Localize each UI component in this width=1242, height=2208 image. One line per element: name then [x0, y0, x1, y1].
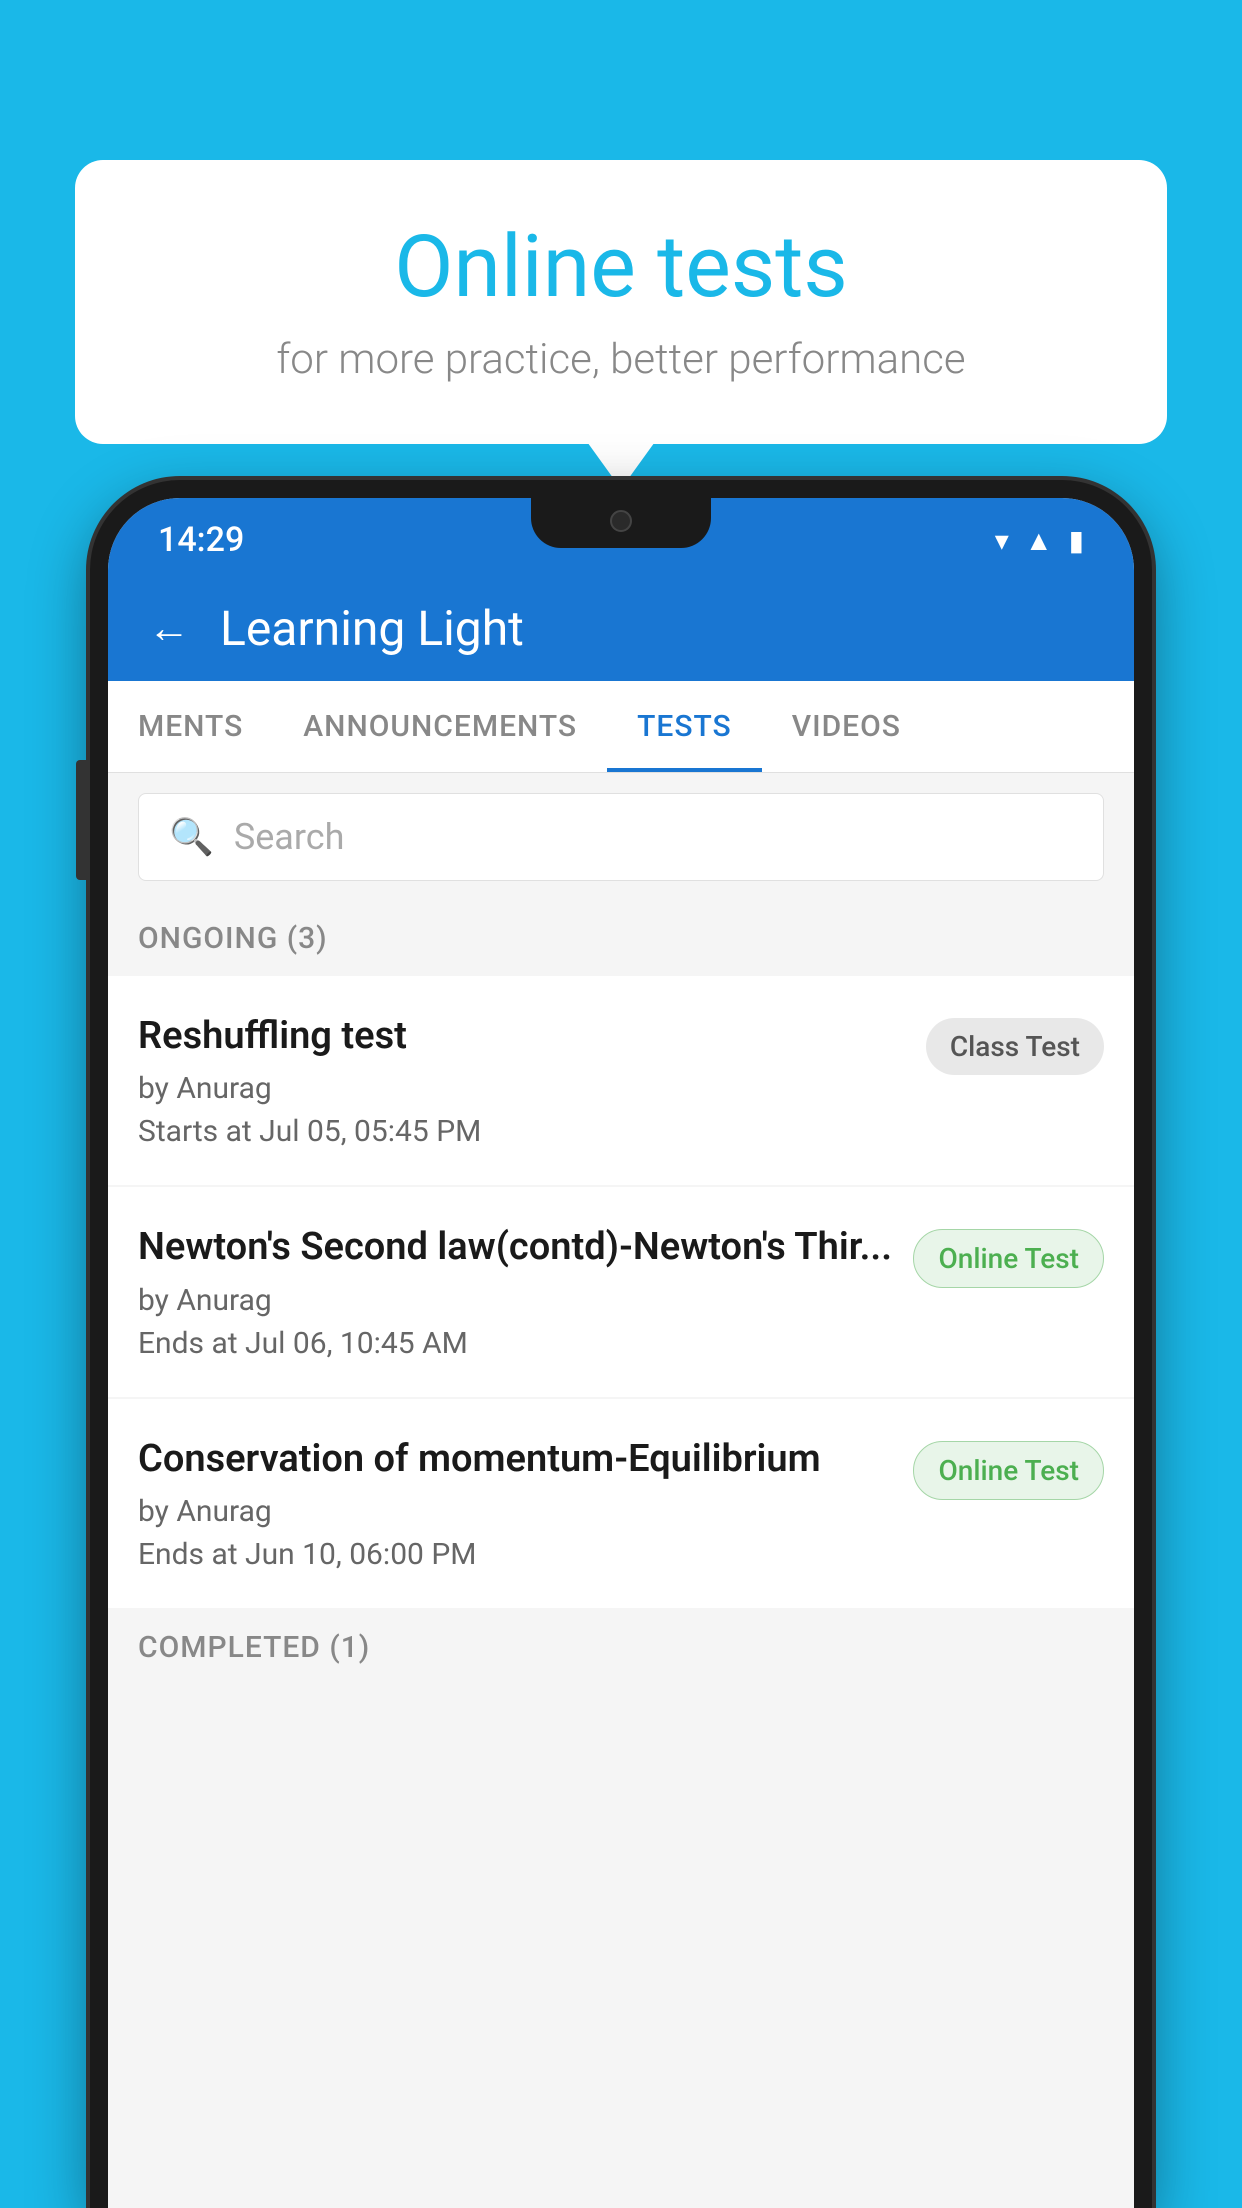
completed-section-header: COMPLETED (1)	[108, 1610, 1134, 1675]
content-area[interactable]: ONGOING (3) Reshuffling test by Anurag S…	[108, 901, 1134, 2208]
test-date-3: Ends at Jun 10, 06:00 PM	[138, 1537, 893, 1572]
search-container: 🔍 Search	[108, 773, 1134, 901]
tab-videos[interactable]: VIDEOS	[762, 681, 931, 772]
search-bar[interactable]: 🔍 Search	[138, 793, 1104, 881]
test-name-3: Conservation of momentum-Equilibrium	[138, 1435, 893, 1484]
test-card-2[interactable]: Newton's Second law(contd)-Newton's Thir…	[108, 1187, 1134, 1396]
bubble-subtitle: for more practice, better performance	[145, 335, 1097, 384]
test-name-2: Newton's Second law(contd)-Newton's Thir…	[138, 1223, 893, 1272]
ongoing-title: ONGOING (3)	[138, 921, 328, 956]
status-icons: ▾ ▲ ▮	[995, 524, 1084, 557]
test-badge-3: Online Test	[913, 1441, 1104, 1500]
test-card-3[interactable]: Conservation of momentum-Equilibrium by …	[108, 1399, 1134, 1608]
test-author-3: by Anurag	[138, 1494, 893, 1529]
tab-tests[interactable]: TESTS	[607, 681, 762, 772]
tabs-bar: MENTS ANNOUNCEMENTS TESTS VIDEOS	[108, 681, 1134, 773]
test-info-1: Reshuffling test by Anurag Starts at Jul…	[138, 1012, 926, 1149]
test-badge-1: Class Test	[926, 1018, 1104, 1075]
ongoing-section-header: ONGOING (3)	[108, 901, 1134, 976]
battery-icon: ▮	[1069, 524, 1084, 557]
test-name-1: Reshuffling test	[138, 1012, 906, 1061]
phone-screen: 14:29 ▾ ▲ ▮ ← Learning Light MENTS ANNOU…	[108, 498, 1134, 2208]
completed-title: COMPLETED (1)	[138, 1630, 370, 1665]
app-title: Learning Light	[220, 600, 524, 657]
phone-frame: 14:29 ▾ ▲ ▮ ← Learning Light MENTS ANNOU…	[90, 480, 1152, 2208]
bubble-title: Online tests	[145, 220, 1097, 315]
back-button[interactable]: ←	[148, 604, 190, 653]
search-placeholder: Search	[234, 816, 345, 858]
test-date-1: Starts at Jul 05, 05:45 PM	[138, 1114, 906, 1149]
test-card-1[interactable]: Reshuffling test by Anurag Starts at Jul…	[108, 976, 1134, 1185]
test-info-2: Newton's Second law(contd)-Newton's Thir…	[138, 1223, 913, 1360]
wifi-icon: ▾	[995, 524, 1009, 557]
tab-announcements[interactable]: ANNOUNCEMENTS	[273, 681, 607, 772]
phone-notch	[531, 498, 711, 548]
test-author-2: by Anurag	[138, 1283, 893, 1318]
test-info-3: Conservation of momentum-Equilibrium by …	[138, 1435, 913, 1572]
front-camera	[610, 510, 632, 532]
search-icon: 🔍	[169, 816, 214, 858]
tab-ments[interactable]: MENTS	[108, 681, 273, 772]
status-time: 14:29	[158, 520, 244, 560]
test-author-1: by Anurag	[138, 1071, 906, 1106]
test-badge-2: Online Test	[913, 1229, 1104, 1288]
app-header: ← Learning Light	[108, 576, 1134, 681]
signal-icon: ▲	[1025, 524, 1053, 557]
test-date-2: Ends at Jul 06, 10:45 AM	[138, 1326, 893, 1361]
speech-bubble-container: Online tests for more practice, better p…	[75, 160, 1167, 444]
speech-bubble: Online tests for more practice, better p…	[75, 160, 1167, 444]
